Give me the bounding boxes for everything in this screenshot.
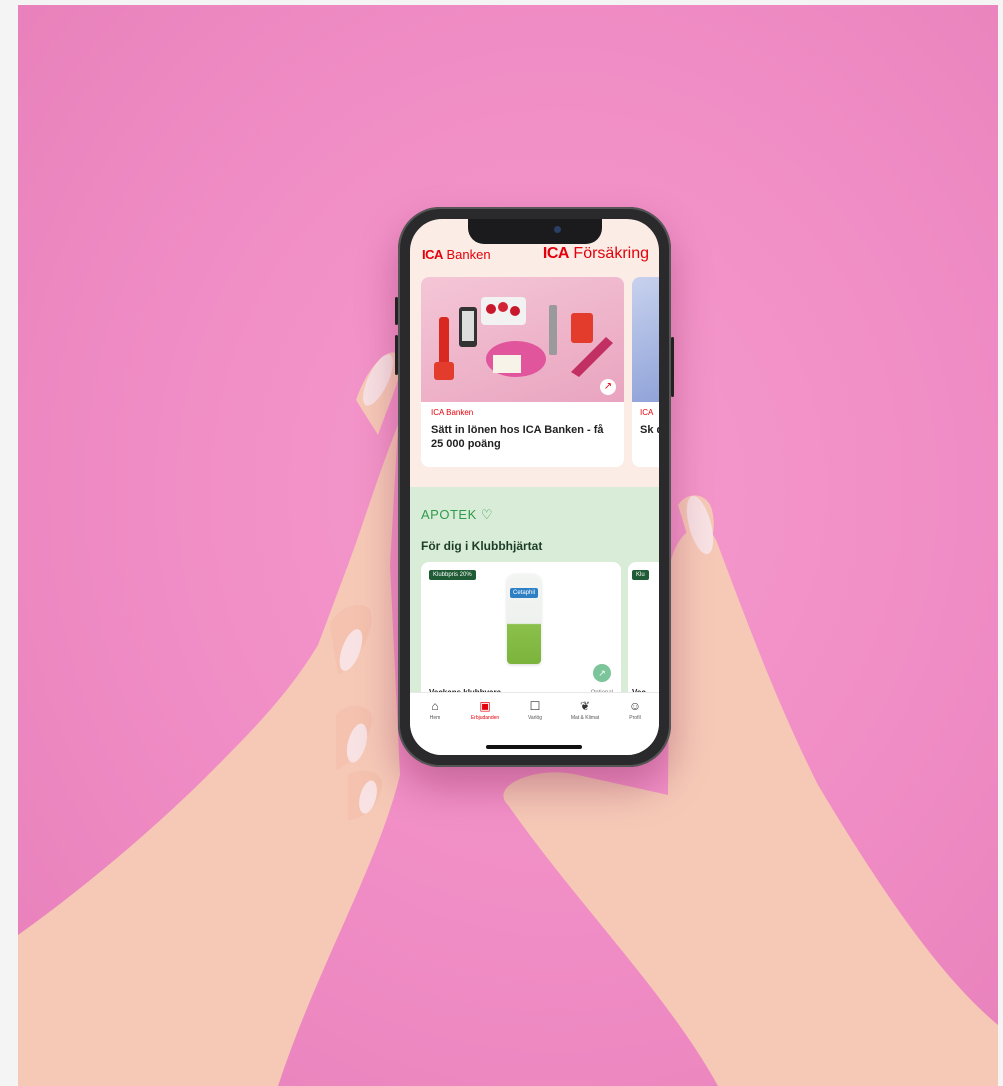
- tab-varlog[interactable]: ☐ Varlög: [510, 699, 560, 721]
- volume-button-2: [395, 335, 398, 375]
- promo-image: ↗: [421, 277, 624, 402]
- home-icon: ⌂: [431, 699, 439, 713]
- smartphone: ICA Banken ICA Försäkring ↗ ICA Banken S…: [395, 207, 674, 767]
- ica-forsakring-logo[interactable]: ICA Försäkring: [543, 245, 649, 263]
- promo-tag: ICA Banken: [431, 408, 474, 417]
- tab-erbjudanden[interactable]: ▣ Erbjudanden: [460, 699, 510, 721]
- product-card[interactable]: Klubbpris 20% Cetaphil ↗ Veckans klubbva…: [421, 562, 621, 712]
- power-button: [671, 337, 674, 397]
- promo-title: Sätt in lönen hos ICA Banken - få 25 000…: [431, 424, 604, 450]
- promo-card[interactable]: ↗ ICA Banken Sätt in lönen hos ICA Banke…: [421, 277, 624, 467]
- shopping-bag-icon: ☐: [529, 699, 541, 713]
- promo-title-2: Sk du: [640, 424, 659, 436]
- heart-icon: ♡: [480, 507, 494, 522]
- home-indicator[interactable]: [486, 745, 582, 749]
- volume-button: [395, 297, 398, 325]
- discount-badge-2: Klu: [632, 570, 649, 580]
- external-link-icon[interactable]: ↗: [593, 664, 611, 682]
- apotek-logo: APOTEK ♡: [421, 507, 494, 522]
- bottom-tab-bar: ⌂ Hem ▣ Erbjudanden ☐ Varlög ❦ Mat & Klimat …: [410, 692, 659, 755]
- ica-banken-logo[interactable]: ICA Banken: [422, 247, 491, 262]
- promo-image-2: [632, 277, 659, 402]
- apotek-section: APOTEK ♡ För dig i Klubbhjärtat Klubbpri…: [410, 487, 659, 717]
- discount-badge: Klubbpris 20%: [429, 570, 476, 580]
- promo-tag-2: ICA: [640, 408, 654, 417]
- offers-icon: ▣: [479, 699, 491, 713]
- brand-header: ICA Banken ICA Försäkring: [422, 245, 649, 269]
- section-title: För dig i Klubbhjärtat: [421, 539, 543, 553]
- phone-screen: ICA Banken ICA Försäkring ↗ ICA Banken S…: [410, 219, 659, 755]
- promo-card-2[interactable]: ICA Sk du: [632, 277, 659, 467]
- leaf-icon: ❦: [579, 699, 591, 713]
- kitchen-products-image: [434, 297, 613, 380]
- notch: [468, 219, 602, 244]
- photo-scene: ICA Banken ICA Försäkring ↗ ICA Banken S…: [18, 5, 998, 1086]
- tab-profil[interactable]: ☺ Profil: [610, 699, 659, 721]
- product-image: Cetaphil: [507, 574, 541, 664]
- tab-hem[interactable]: ⌂ Hem: [410, 699, 460, 721]
- profile-icon: ☺: [628, 699, 642, 713]
- tab-mat-klimat[interactable]: ❦ Mat & Klimat: [560, 699, 610, 721]
- external-link-icon[interactable]: ↗: [600, 379, 616, 395]
- product-card-2[interactable]: Klu Vec: [628, 562, 659, 712]
